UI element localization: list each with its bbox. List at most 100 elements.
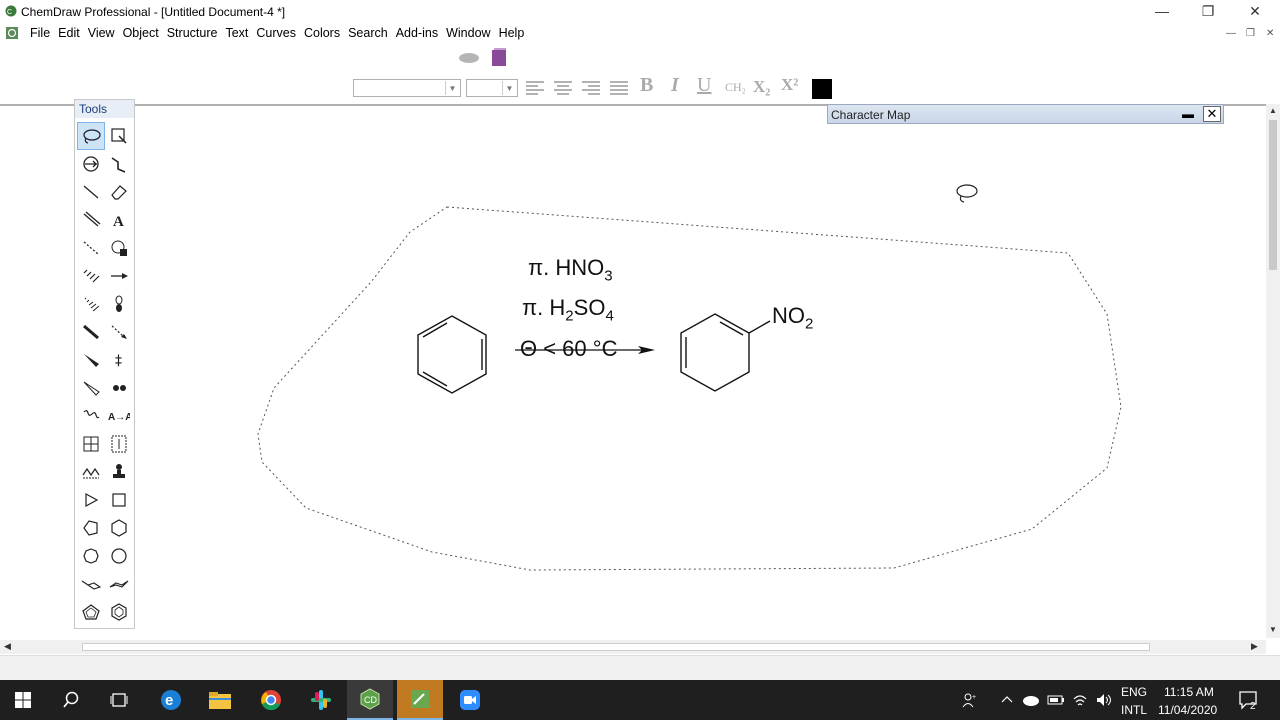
scroll-left-icon[interactable]: ◀ [4,641,11,652]
italic-button[interactable]: I [671,74,679,97]
structure-perspective-icon[interactable] [77,150,105,178]
solid-bond-icon[interactable] [77,178,105,206]
dashed-bond-icon[interactable] [77,234,105,262]
character-map-window[interactable]: Character Map ▬ ✕ [827,104,1224,124]
chem3d-icon[interactable] [397,680,443,720]
menu-search[interactable]: Search [344,26,392,40]
heptagon-ring-icon[interactable] [77,542,105,570]
align-center-icon[interactable] [553,80,573,99]
bold-bond-icon[interactable] [77,318,105,346]
menu-text[interactable]: Text [221,26,252,40]
scroll-right-icon[interactable]: ▶ [1251,641,1258,652]
menu-edit[interactable]: Edit [54,26,84,40]
hashed-wedge-bond-icon[interactable] [77,290,105,318]
doc-minimize-button[interactable]: — [1226,28,1236,39]
wifi-icon[interactable] [1072,692,1088,720]
reagent-conditions[interactable]: π. HNO3 π. H2SO4 Θ < 60 °C [520,252,640,365]
superscript-button[interactable]: X² [781,75,798,95]
chrome-icon[interactable] [248,680,294,720]
text-tool-icon[interactable]: A [105,206,133,234]
cyclohexane-chair-1-icon[interactable] [77,570,105,598]
subscript-button[interactable]: X₂ [753,77,770,97]
bold-button[interactable]: B [640,74,653,97]
lone-pair-icon[interactable] [105,374,133,402]
wavy-bond-icon[interactable] [77,402,105,430]
file-explorer-icon[interactable] [197,680,243,720]
purple-book-icon[interactable] [492,48,506,69]
font-family-select[interactable]: ▼ [353,79,461,97]
octagon-ring-icon[interactable] [105,542,133,570]
pentagon-ring-icon[interactable] [77,514,105,542]
acs-document-icon[interactable] [105,234,133,262]
eraser-icon[interactable] [105,178,133,206]
start-icon[interactable] [0,680,46,720]
edge-icon[interactable]: e [148,680,194,720]
character-map-minimize-button[interactable]: ▬ [1179,107,1197,121]
justify-icon[interactable] [609,80,629,99]
color-swatch-button[interactable] [812,79,832,99]
gray-cloud-icon[interactable] [458,50,480,67]
scroll-up-icon[interactable]: ▲ [1269,106,1277,115]
cyclopentadiene-ring-icon[interactable] [77,598,105,626]
document-icon[interactable] [5,26,19,43]
lasso-tool-icon[interactable] [77,122,105,150]
chevron-up-icon[interactable] [1000,692,1014,720]
benzene-ring-icon[interactable] [105,598,133,626]
character-map-close-button[interactable]: ✕ [1203,106,1221,122]
orbital-tool-icon[interactable] [105,290,133,318]
onedrive-cloud-icon[interactable] [1022,693,1040,720]
horizontal-scrollbar[interactable]: ◀ ▶ [0,640,1266,654]
hollow-wedge-icon[interactable] [77,374,105,402]
nitro-group-label[interactable]: NO2 [772,303,813,332]
scroll-down-icon[interactable]: ▼ [1269,625,1277,634]
menu-file[interactable]: File [26,26,54,40]
drawing-canvas[interactable]: π. HNO3 π. H2SO4 Θ < 60 °C NO2 [0,104,1266,638]
chemdraw-icon[interactable]: CD [347,680,393,720]
marquee-tool-icon[interactable] [105,122,133,150]
hexagon-ring-icon[interactable] [105,514,133,542]
horizontal-scroll-thumb[interactable] [82,643,1150,651]
charge-tool-icon[interactable]: ‡ [105,346,133,374]
menu-view[interactable]: View [84,26,119,40]
notification-icon[interactable] [1238,690,1260,720]
menu-colors[interactable]: Colors [300,26,344,40]
close-button[interactable]: ✕ [1240,3,1270,20]
square-ring-icon[interactable] [105,486,133,514]
chemdraw-app-icon[interactable]: C [5,5,17,20]
align-right-icon[interactable] [581,80,601,99]
battery-icon[interactable] [1047,693,1065,720]
query-tool-icon[interactable] [77,458,105,486]
formula-button[interactable]: CH₂ [725,80,746,95]
triangle-ring-icon[interactable] [77,486,105,514]
align-left-icon[interactable] [525,80,545,99]
menu-structure[interactable]: Structure [163,26,222,40]
zoom-icon[interactable] [447,680,493,720]
language-bottom-label[interactable]: INTL [1121,703,1147,720]
tools-palette-title[interactable]: Tools [75,100,134,118]
cyclohexane-chair-2-icon[interactable] [105,570,133,598]
doc-restore-button[interactable]: ❐ [1246,28,1255,39]
template-tool-icon[interactable] [105,430,133,458]
search-icon[interactable] [48,680,94,720]
font-size-select[interactable]: ▼ [466,79,518,97]
restore-button[interactable]: ❐ [1193,3,1223,20]
menu-curves[interactable]: Curves [252,26,300,40]
dashed-arrow-icon[interactable] [105,318,133,346]
task-view-icon[interactable] [96,680,142,720]
wedge-bond-icon[interactable] [77,346,105,374]
underline-button[interactable]: U [697,74,711,97]
chain-tool-icon[interactable] [105,150,133,178]
slack-icon[interactable] [298,680,344,720]
table-tool-icon[interactable] [77,430,105,458]
vertical-scroll-thumb[interactable] [1269,120,1277,270]
minimize-button[interactable]: — [1147,3,1177,19]
menu-help[interactable]: Help [495,26,529,40]
vertical-scrollbar[interactable]: ▲ ▼ [1266,104,1280,638]
arrow-tool-icon[interactable] [105,262,133,290]
stamp-tool-icon[interactable] [105,458,133,486]
mechanism-arrow-icon[interactable]: A→A [105,402,133,430]
volume-icon[interactable] [1095,692,1111,720]
menu-object[interactable]: Object [119,26,163,40]
clock-date[interactable]: 11/04/2020 [1158,703,1217,720]
double-bond-icon[interactable] [77,206,105,234]
